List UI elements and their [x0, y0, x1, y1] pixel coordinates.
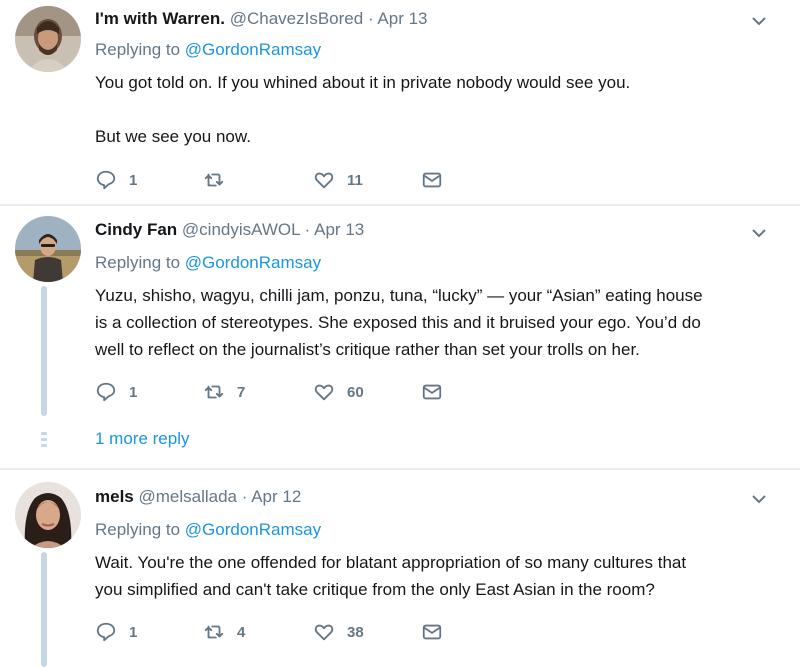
- tweet[interactable]: mels @melsallada · Apr 12 Replying to @G…: [0, 470, 800, 667]
- reply-button[interactable]: 1: [95, 620, 137, 644]
- tweet-date[interactable]: Apr 12: [251, 487, 301, 506]
- avatar[interactable]: [15, 6, 81, 72]
- tweet-text-line: You got told on. If you whined about it …: [95, 73, 631, 92]
- reply-count: 1: [129, 623, 138, 641]
- user-handle[interactable]: @melsallada: [138, 487, 237, 506]
- retweet-button[interactable]: 7: [203, 380, 245, 404]
- retweet-icon: [204, 625, 224, 639]
- envelope-icon: [422, 172, 442, 188]
- dm-button[interactable]: [421, 380, 443, 404]
- mention-link[interactable]: @GordonRamsay: [185, 40, 321, 59]
- chevron-down-icon[interactable]: [750, 12, 768, 30]
- like-button[interactable]: 11: [313, 168, 363, 192]
- mention-link[interactable]: @GordonRamsay: [185, 520, 321, 539]
- reply-count: 1: [129, 383, 138, 401]
- retweet-count: 7: [237, 383, 246, 401]
- mention-link[interactable]: @GordonRamsay: [185, 253, 321, 272]
- separator: ·: [304, 220, 311, 239]
- thread-line: [41, 286, 47, 416]
- chevron-down-icon[interactable]: [750, 224, 768, 242]
- tweet-header: mels @melsallada · Apr 12: [95, 487, 301, 507]
- retweet-icon: [204, 173, 224, 187]
- tweet-text-line: But we see you now.: [95, 127, 251, 146]
- tweet-text-line: Yuzu, shisho, wagyu, chilli jam, ponzu, …: [95, 286, 703, 305]
- retweet-count: 4: [237, 623, 246, 641]
- reply-button[interactable]: 1: [95, 380, 137, 404]
- avatar-image: [15, 6, 81, 72]
- separator: ·: [367, 9, 374, 28]
- reply-icon: [96, 382, 116, 402]
- avatar-image: [15, 216, 81, 282]
- reply-button[interactable]: 1: [95, 168, 137, 192]
- tweet-text: Yuzu, shisho, wagyu, chilli jam, ponzu, …: [95, 282, 785, 363]
- tweet-date[interactable]: Apr 13: [314, 220, 364, 239]
- tweet-date[interactable]: Apr 13: [377, 9, 427, 28]
- display-name[interactable]: Cindy Fan: [95, 220, 177, 239]
- heart-icon: [314, 172, 334, 189]
- tweet-actions: 1 11: [95, 168, 495, 192]
- tweet-header: I'm with Warren. @ChavezIsBored · Apr 13: [95, 9, 428, 29]
- separator: ·: [241, 487, 248, 506]
- avatar[interactable]: [15, 482, 81, 548]
- like-count: 38: [347, 623, 364, 641]
- tweet-text-line: Wait. You're the one offended for blatan…: [95, 553, 687, 572]
- retweet-button[interactable]: 4: [203, 620, 245, 644]
- tweet[interactable]: Cindy Fan @cindyisAWOL · Apr 13 Replying…: [0, 206, 800, 468]
- retweet-button[interactable]: [203, 168, 237, 192]
- dm-button[interactable]: [421, 168, 443, 192]
- tweet-text-line: well to reflect on the journalist’s crit…: [95, 340, 640, 359]
- user-handle[interactable]: @ChavezIsBored: [230, 9, 364, 28]
- like-count: 60: [347, 383, 364, 401]
- tweet-header: Cindy Fan @cindyisAWOL · Apr 13: [95, 220, 364, 240]
- more-replies-link[interactable]: 1 more reply: [95, 429, 189, 449]
- retweet-icon: [204, 385, 224, 399]
- replying-to: Replying to @GordonRamsay: [95, 40, 321, 60]
- like-button[interactable]: 60: [313, 380, 364, 404]
- thread-dots: [41, 432, 47, 450]
- tweet-text-line: [95, 96, 785, 123]
- replying-to: Replying to @GordonRamsay: [95, 253, 321, 273]
- avatar[interactable]: [15, 216, 81, 282]
- tweet-text-line: you simplified and can't take critique f…: [95, 580, 655, 599]
- chevron-down-icon[interactable]: [750, 490, 768, 508]
- reply-count: 1: [129, 171, 138, 189]
- display-name[interactable]: mels: [95, 487, 134, 506]
- tweet-actions: 1 4 38: [95, 620, 495, 644]
- reply-icon: [96, 622, 116, 642]
- heart-icon: [314, 384, 334, 401]
- envelope-icon: [422, 624, 442, 640]
- dm-button[interactable]: [421, 620, 443, 644]
- display-name[interactable]: I'm with Warren.: [95, 9, 225, 28]
- user-handle[interactable]: @cindyisAWOL: [182, 220, 300, 239]
- replying-to: Replying to @GordonRamsay: [95, 520, 321, 540]
- reply-icon: [96, 170, 116, 190]
- like-button[interactable]: 38: [313, 620, 364, 644]
- envelope-icon: [422, 384, 442, 400]
- heart-icon: [314, 624, 334, 641]
- tweet-actions: 1 7 60: [95, 380, 495, 404]
- tweet[interactable]: I'm with Warren. @ChavezIsBored · Apr 13…: [0, 0, 800, 204]
- tweet-text: You got told on. If you whined about it …: [95, 69, 785, 150]
- tweet-text-line: is a collection of stereotypes. She expo…: [95, 313, 701, 332]
- replying-to-label: Replying to: [95, 253, 185, 272]
- replying-to-label: Replying to: [95, 520, 185, 539]
- like-count: 11: [347, 171, 363, 189]
- thread-line: [41, 552, 47, 667]
- tweet-text: Wait. You're the one offended for blatan…: [95, 549, 785, 603]
- replying-to-label: Replying to: [95, 40, 185, 59]
- avatar-image: [15, 482, 81, 548]
